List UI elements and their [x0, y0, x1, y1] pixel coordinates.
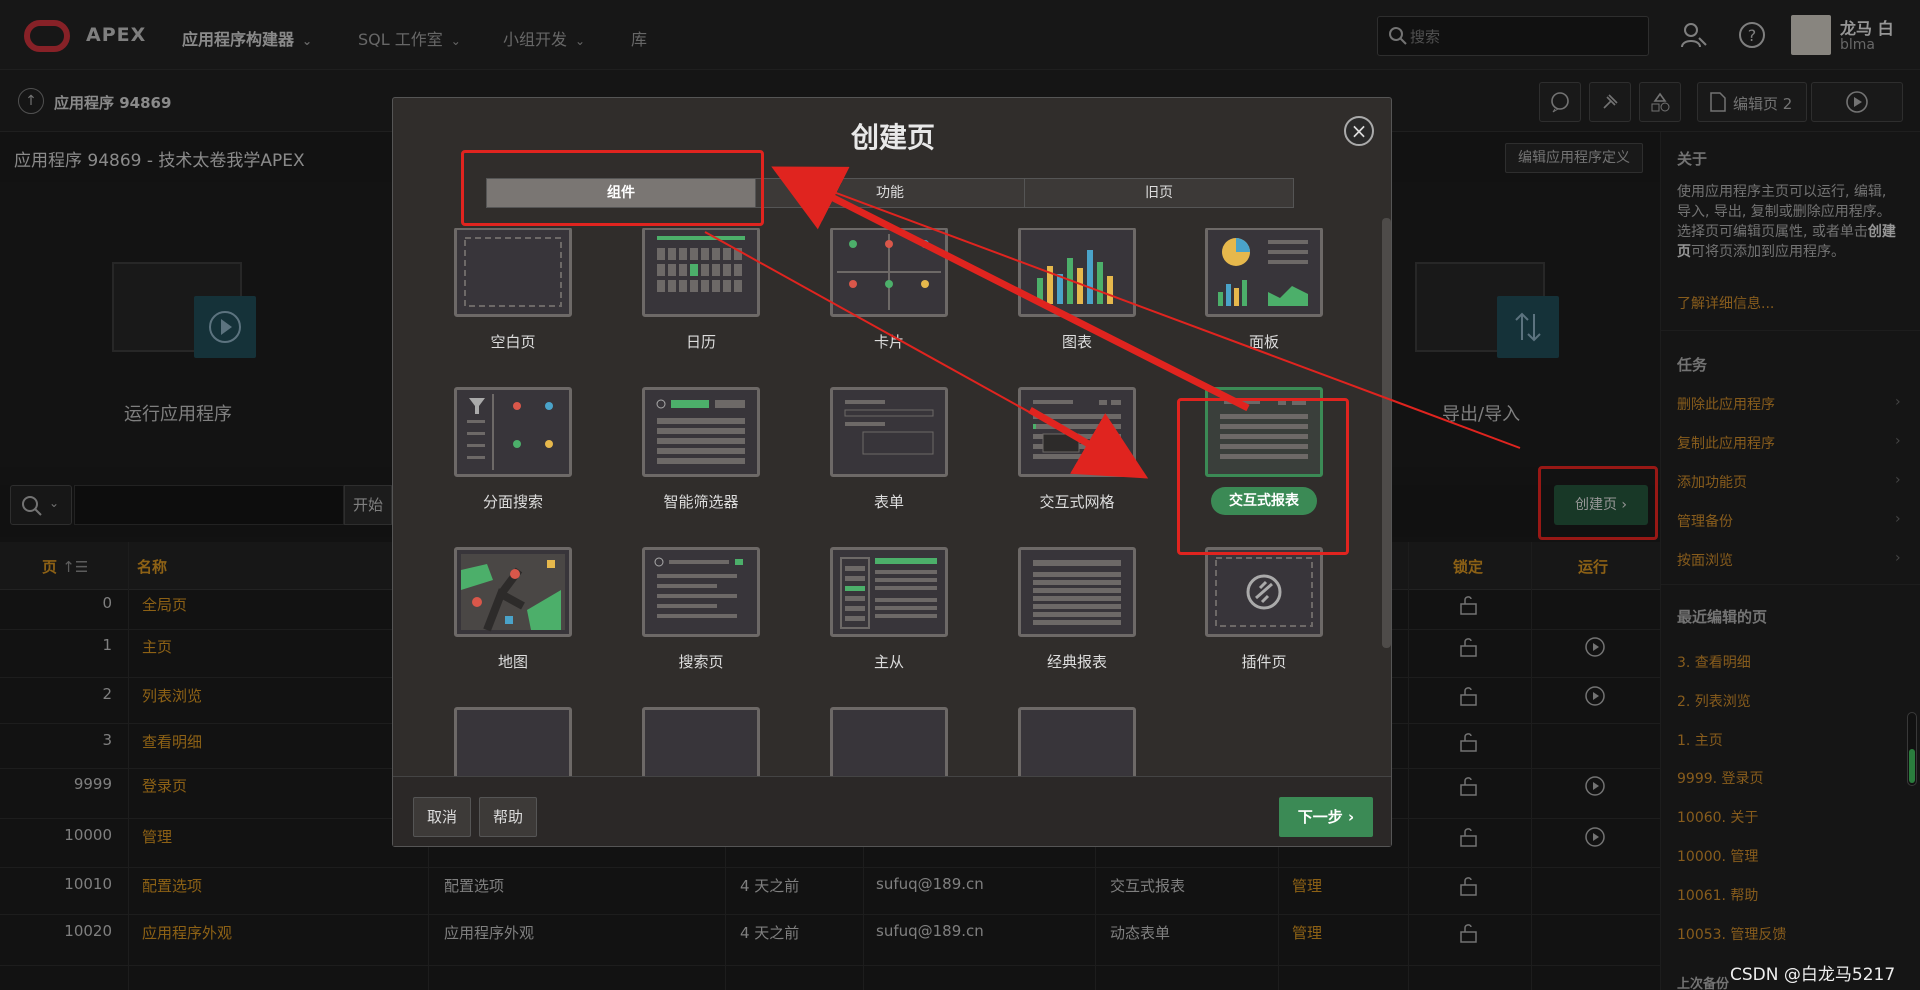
- watermark: CSDN @白龙马5217: [1730, 965, 1896, 985]
- page-type-label[interactable]: 主从: [795, 651, 983, 672]
- page-type-icon: [1037, 250, 1113, 304]
- page-type-icon: [1215, 557, 1313, 627]
- page-type-icon: [656, 399, 745, 464]
- page-type-label[interactable]: 经典报表: [983, 651, 1171, 672]
- annotation-box: [461, 150, 764, 226]
- dialog-scrollbar[interactable]: [1382, 218, 1391, 648]
- page-type-icon: [844, 400, 934, 455]
- close-icon[interactable]: ×: [1344, 116, 1374, 146]
- page-type-icon: [467, 394, 553, 470]
- page-type-icon: [657, 236, 745, 292]
- page-type-icon: [1218, 238, 1308, 306]
- page-type-label[interactable]: 地图: [419, 651, 607, 672]
- page-type-icon: [1033, 560, 1121, 625]
- dialog-footer: 取消 帮助 下一步 ›: [393, 776, 1391, 846]
- page-type-label[interactable]: 搜索页: [607, 651, 795, 672]
- page-type-tile[interactable]: [1205, 547, 1323, 637]
- page-type-icon: [1033, 400, 1121, 459]
- page-type-label[interactable]: 智能筛选器: [607, 491, 795, 512]
- page-type-tile[interactable]: [642, 228, 760, 317]
- page-type-tile[interactable]: [642, 707, 760, 776]
- page-type-icon: [840, 557, 937, 629]
- page-type-tile[interactable]: [830, 387, 948, 477]
- page-type-label[interactable]: 日历: [607, 331, 795, 352]
- page-type-tile[interactable]: [642, 387, 760, 477]
- page-type-icon: [464, 237, 562, 307]
- page-type-tile[interactable]: [1018, 547, 1136, 637]
- page-type-tile[interactable]: [454, 228, 572, 317]
- page-type-tile[interactable]: [830, 707, 948, 776]
- page-type-tile[interactable]: [642, 547, 760, 637]
- page-type-label[interactable]: 图表: [983, 331, 1171, 352]
- annotation-box: [1177, 398, 1349, 555]
- page-type-label[interactable]: 空白页: [419, 331, 607, 352]
- page-type-label[interactable]: 卡片: [795, 331, 983, 352]
- page-type-label[interactable]: 表单: [795, 491, 983, 512]
- page-type-label[interactable]: 分面搜索: [419, 491, 607, 512]
- cancel-button[interactable]: 取消: [413, 797, 471, 837]
- page-type-tile[interactable]: [1205, 228, 1323, 317]
- page-type-label[interactable]: 面板: [1170, 331, 1358, 352]
- page-type-icon: [461, 554, 565, 632]
- tab-legacy[interactable]: 旧页: [1025, 179, 1293, 207]
- help-button[interactable]: 帮助: [479, 797, 537, 837]
- page-type-tile[interactable]: [1018, 707, 1136, 776]
- page-type-label[interactable]: 插件页: [1170, 651, 1358, 672]
- page-type-tile[interactable]: [830, 547, 948, 637]
- page-type-tile[interactable]: [1018, 387, 1136, 477]
- page-type-icon: [837, 234, 941, 310]
- page-type-tile[interactable]: [454, 707, 572, 776]
- tab-features[interactable]: 功能: [756, 179, 1025, 207]
- next-button[interactable]: 下一步 ›: [1279, 797, 1373, 837]
- page-type-tile[interactable]: [1018, 228, 1136, 317]
- page-type-label[interactable]: 交互式网格: [983, 491, 1171, 512]
- page-type-tile[interactable]: [454, 387, 572, 477]
- page-type-tile[interactable]: [830, 228, 948, 317]
- page-type-icon: [654, 557, 743, 618]
- page-type-tile[interactable]: [454, 547, 572, 637]
